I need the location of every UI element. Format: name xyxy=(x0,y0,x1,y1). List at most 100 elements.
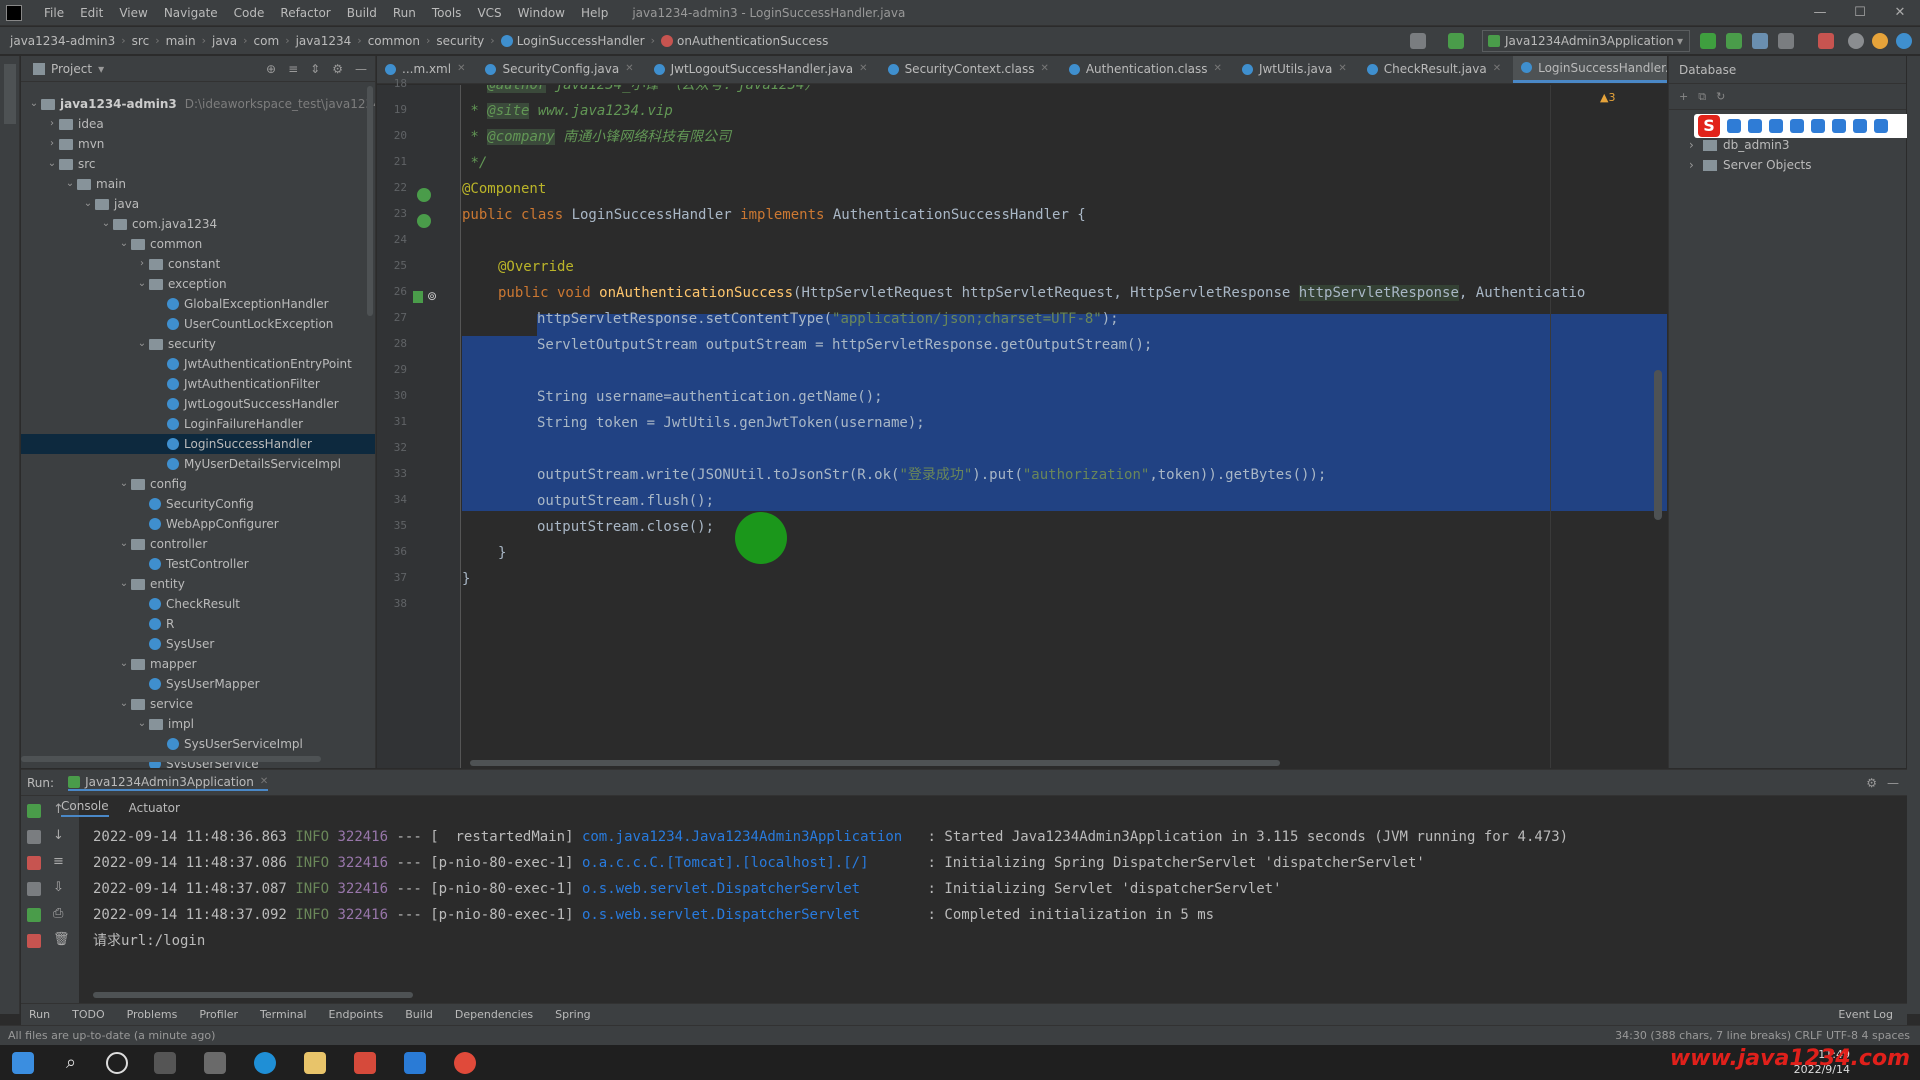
tree-file[interactable]: JwtAuthenticationFilter xyxy=(153,374,320,394)
tree-folder[interactable]: ⌄ exception xyxy=(135,274,227,294)
tool-tab-problems[interactable]: Problems xyxy=(127,1008,178,1021)
editor-tab[interactable]: LoginSuccessHandler.java✕ xyxy=(1513,56,1667,83)
editor-tab[interactable]: Authentication.class ✕ xyxy=(1061,56,1234,83)
search-icon[interactable]: ⌕ xyxy=(60,1052,82,1074)
close-icon[interactable]: ✕ xyxy=(260,776,268,787)
tree-file[interactable]: WebAppConfigurer xyxy=(135,514,279,534)
maximize-icon[interactable]: ☐ xyxy=(1840,0,1880,26)
menu-item-navigate[interactable]: Navigate xyxy=(156,6,226,20)
breadcrumb-item[interactable]: java xyxy=(212,34,237,48)
tree-folder[interactable]: ⌄ impl xyxy=(135,714,194,734)
ide-icon[interactable] xyxy=(404,1052,426,1074)
menu-item-file[interactable]: File xyxy=(36,6,72,20)
close-icon[interactable]: ✕ xyxy=(625,56,633,83)
editor-tab[interactable]: CheckResult.java ✕ xyxy=(1359,56,1513,83)
soft-wrap-icon[interactable]: ≡ xyxy=(53,854,64,869)
debug-icon[interactable] xyxy=(1726,33,1742,49)
menu-item-tools[interactable]: Tools xyxy=(424,6,470,20)
edge-icon[interactable] xyxy=(254,1052,276,1074)
close-icon[interactable]: ✕ xyxy=(1493,56,1501,83)
project-tool-button[interactable] xyxy=(4,64,16,124)
gear-icon[interactable]: ⚙ xyxy=(332,62,343,76)
ime-punct-icon[interactable] xyxy=(1748,119,1762,133)
breadcrumb-item[interactable]: security xyxy=(436,34,484,48)
collapse-all-icon[interactable]: ≡ xyxy=(288,62,298,76)
gear-icon[interactable]: ⚙ xyxy=(1866,776,1877,790)
ime-toolbar[interactable]: S xyxy=(1694,114,1914,138)
menu-item-code[interactable]: Code xyxy=(226,6,273,20)
tree-folder[interactable]: ⌄ config xyxy=(117,474,187,494)
tree-file[interactable]: UserCountLockException xyxy=(153,314,333,334)
tree-folder[interactable]: ⌄ service xyxy=(117,694,193,714)
tree-folder[interactable]: ⌄ common xyxy=(117,234,202,254)
tree-file[interactable]: SysUser xyxy=(135,634,214,654)
menu-item-vcs[interactable]: VCS xyxy=(469,6,509,20)
tree-folder[interactable]: ⌄ controller xyxy=(117,534,207,554)
coverage-icon[interactable] xyxy=(1752,33,1768,49)
minimize-icon[interactable]: — xyxy=(1800,0,1840,26)
db-item-server-objects[interactable]: › Server Objects xyxy=(1689,155,1812,175)
wrench-icon[interactable] xyxy=(27,830,41,844)
copy-icon[interactable]: ⧉ xyxy=(1698,90,1706,104)
tree-file[interactable]: LoginSuccessHandler xyxy=(21,434,375,454)
print-icon[interactable]: ⎙ xyxy=(53,906,63,921)
rerun-icon[interactable] xyxy=(1700,33,1716,49)
tree-file[interactable]: SysUserMapper xyxy=(135,674,260,694)
breadcrumb-item[interactable]: java1234-admin3 xyxy=(10,34,115,48)
code-editor[interactable]: * @author java1234_小锋 （公众号：java1234） * @… xyxy=(462,85,1667,768)
ime-emoji-icon[interactable] xyxy=(1769,119,1783,133)
profile-icon[interactable] xyxy=(1778,33,1794,49)
close-icon[interactable]: ✕ xyxy=(1338,56,1346,83)
event-log-button[interactable]: Event Log xyxy=(1838,1008,1893,1021)
cortana-icon[interactable] xyxy=(106,1052,128,1074)
editor-hscrollbar[interactable] xyxy=(470,760,1280,766)
tree-folder[interactable]: ⌄ src xyxy=(45,154,96,174)
rerun-icon[interactable] xyxy=(27,804,41,818)
tool-tab-dependencies[interactable]: Dependencies xyxy=(455,1008,533,1021)
editor-tab[interactable]: SecurityConfig.java ✕ xyxy=(477,56,645,83)
close-icon[interactable]: ✕ xyxy=(1214,56,1222,83)
chevron-down-icon[interactable]: ▾ xyxy=(98,62,104,76)
tree-folder[interactable]: › constant xyxy=(135,254,220,274)
close-icon[interactable]: ✕ xyxy=(457,56,465,83)
spring-bean-icon[interactable] xyxy=(417,214,431,228)
status-info[interactable]: 34:30 (388 chars, 7 line breaks) CRLF UT… xyxy=(1615,1026,1910,1046)
tree-folder[interactable]: ⌄ java xyxy=(81,194,139,214)
menu-item-view[interactable]: View xyxy=(111,6,155,20)
ime-skin-icon[interactable] xyxy=(1853,119,1867,133)
ime-keyboard-icon[interactable] xyxy=(1811,119,1825,133)
expand-all-icon[interactable]: ⇕ xyxy=(310,62,320,76)
scroll-end-icon[interactable]: ⇩ xyxy=(53,880,64,895)
close-icon[interactable]: ✕ xyxy=(1880,0,1920,26)
tree-folder[interactable]: ⌄ com.java1234 xyxy=(99,214,217,234)
tree-file[interactable]: SecurityConfig xyxy=(135,494,254,514)
breadcrumb-item[interactable]: com xyxy=(254,34,280,48)
menu-item-build[interactable]: Build xyxy=(339,6,385,20)
close-icon[interactable]: ✕ xyxy=(1040,56,1048,83)
intellij-icon[interactable] xyxy=(354,1052,376,1074)
menu-item-window[interactable]: Window xyxy=(510,6,573,20)
spring-bean-icon[interactable] xyxy=(417,188,431,202)
tree-file[interactable]: LoginFailureHandler xyxy=(153,414,303,434)
tree-folder[interactable]: ⌄ entity xyxy=(117,574,185,594)
project-panel-title[interactable]: Project xyxy=(51,62,92,76)
add-icon[interactable]: + xyxy=(1679,90,1688,103)
tree-root[interactable]: ⌄ java1234-admin3 D:\ideaworkspace_test\… xyxy=(27,94,375,114)
project-vscrollbar[interactable] xyxy=(367,86,373,316)
jetbrains-icon[interactable] xyxy=(1896,33,1912,49)
ime-menu-icon[interactable] xyxy=(1874,119,1888,133)
tree-file[interactable]: JwtLogoutSuccessHandler xyxy=(153,394,339,414)
windows-start-icon[interactable] xyxy=(12,1052,34,1074)
ime-chinese-icon[interactable] xyxy=(1727,119,1741,133)
breadcrumb-item[interactable]: common xyxy=(368,34,420,48)
editor-tab[interactable]: JwtLogoutSuccessHandler.java ✕ xyxy=(646,56,880,83)
editor-tab[interactable]: JwtUtils.java ✕ xyxy=(1234,56,1359,83)
camera-icon[interactable] xyxy=(27,882,41,896)
tree-folder[interactable]: ⌄ main xyxy=(63,174,126,194)
override-marker-icon[interactable]: ⊚ xyxy=(427,289,437,303)
tree-file[interactable]: R xyxy=(135,614,174,634)
implement-marker-icon[interactable] xyxy=(413,291,423,303)
ime-voice-icon[interactable] xyxy=(1790,119,1804,133)
app-icon[interactable] xyxy=(204,1052,226,1074)
file-explorer-icon[interactable] xyxy=(304,1052,326,1074)
